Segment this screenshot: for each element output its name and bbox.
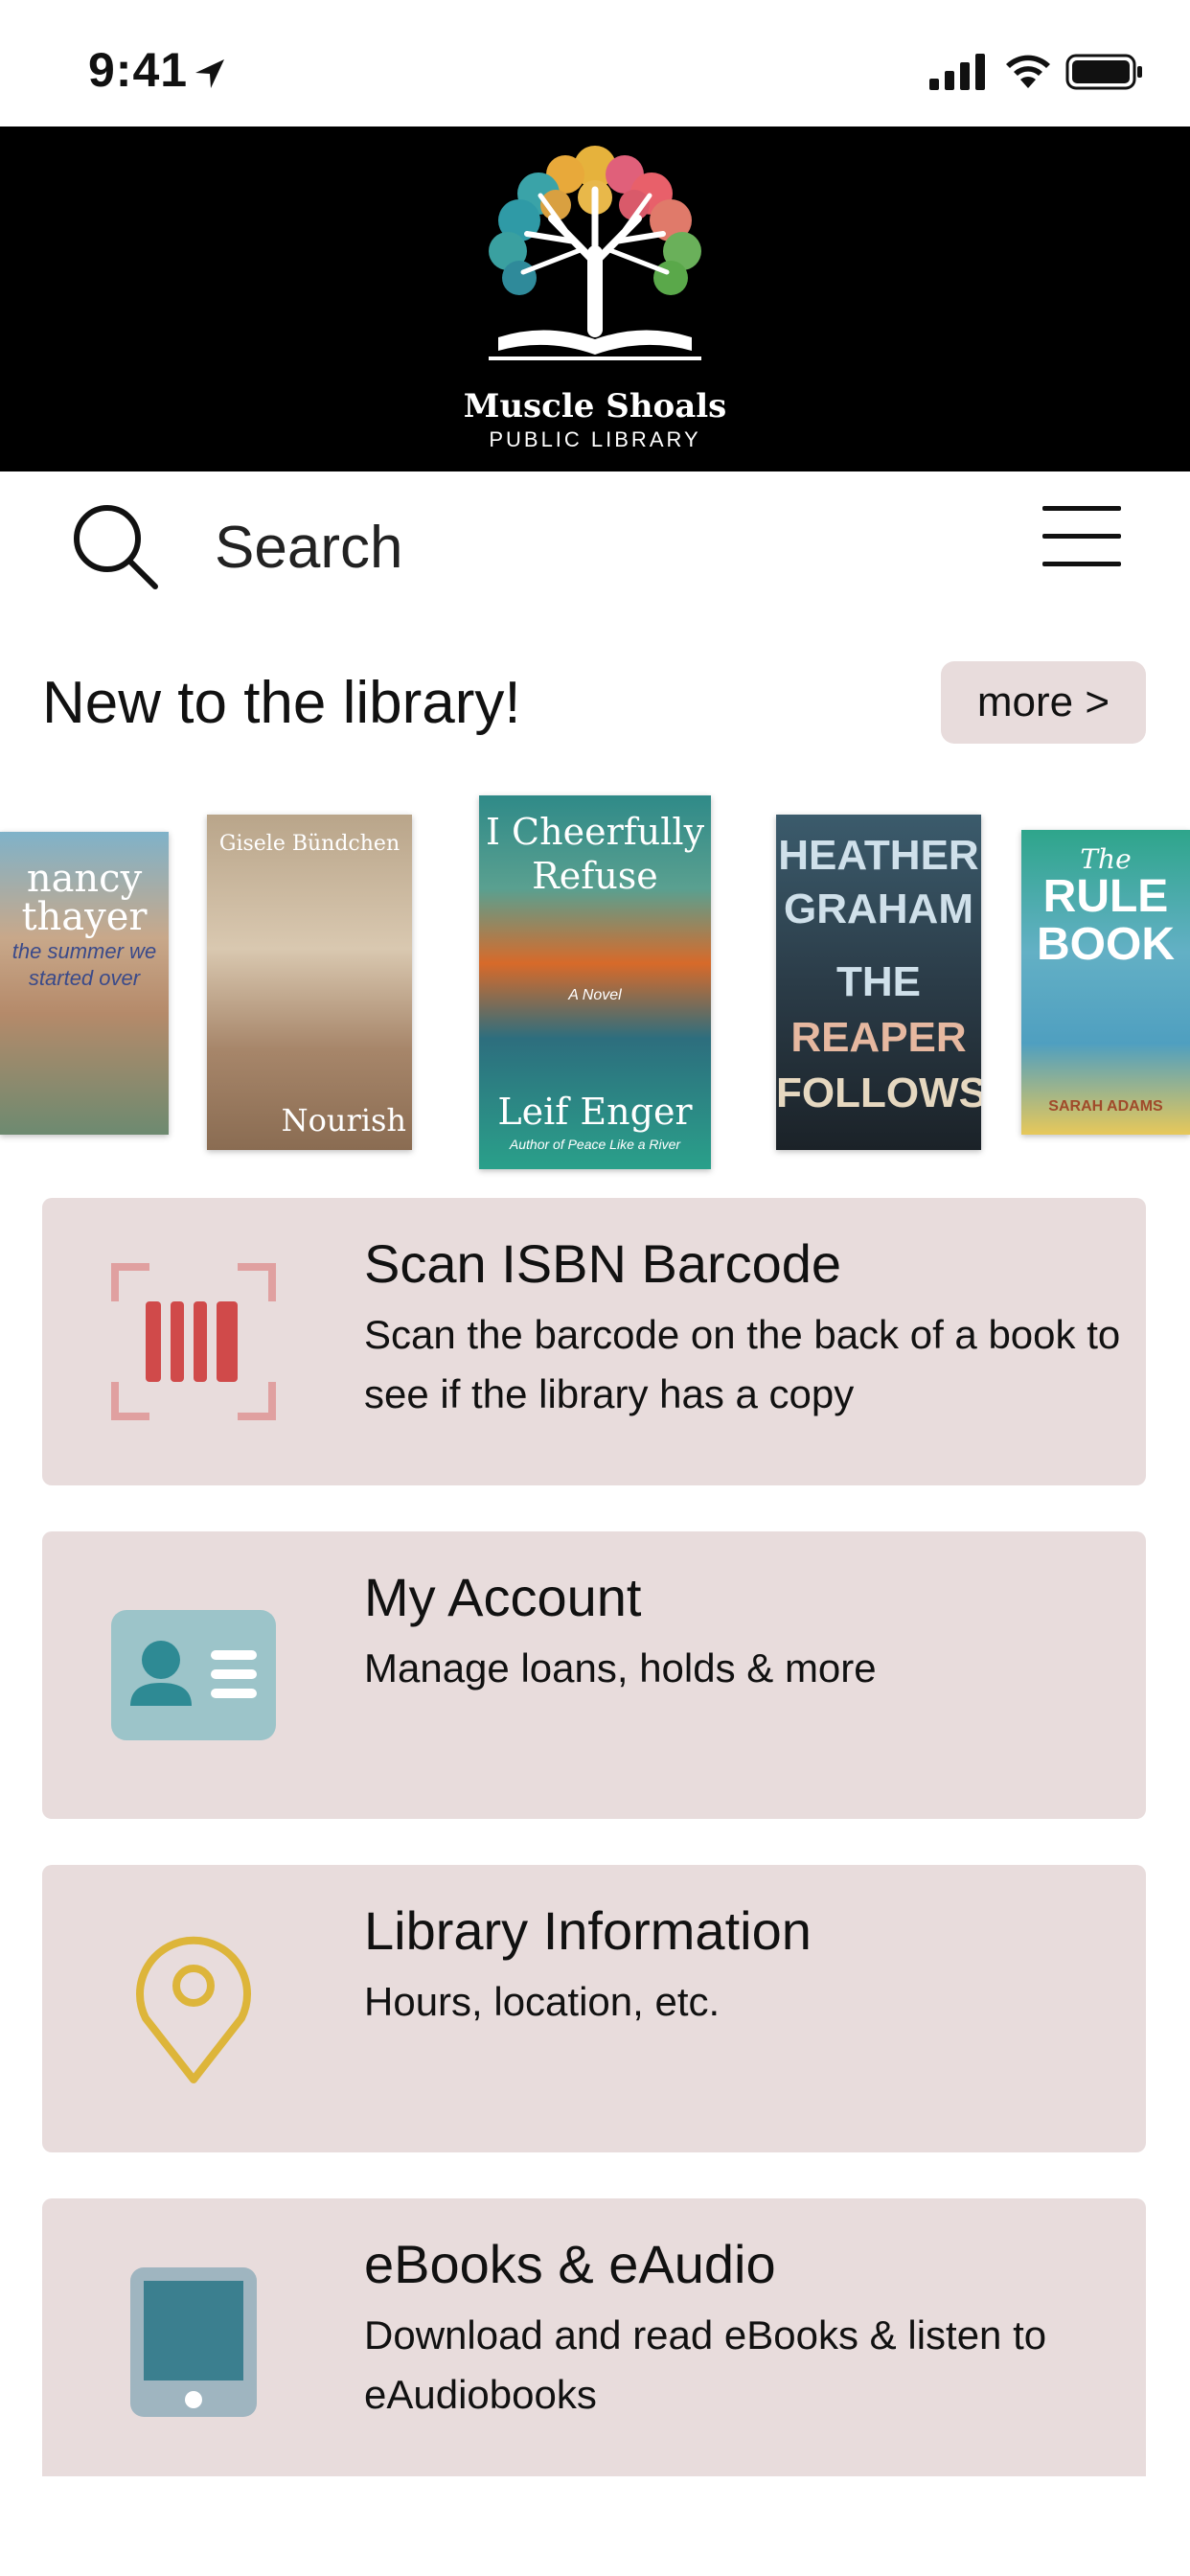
book-cover-text: REAPER [790,1014,967,1061]
id-card-icon [111,1610,276,1740]
new-section-title: New to the library! [42,670,521,736]
card-description: Scan the barcode on the back of a book t… [364,1312,1121,1416]
map-pin-icon [136,1936,251,2083]
wifi-icon [1006,55,1050,88]
book-cover-text: thayer [21,895,148,939]
book-cover[interactable]: The RULE BOOK SARAH ADAMS [1021,830,1190,1135]
book-cover-text: HEATHER [778,832,979,879]
book-cover-text: RULE [1042,871,1169,922]
logo-subtitle: PUBLIC LIBRARY [489,427,701,451]
book-cover-text: the summer we [11,939,157,963]
book-cover[interactable]: Gisele Bündchen Nourish [207,815,412,1150]
battery-icon [1065,54,1142,90]
card-title: My Account [364,1567,642,1627]
book-cover-text: FOLLOWS [776,1070,981,1116]
cellular-signal-icon [929,54,985,90]
status-bar: 9:41 [0,0,1190,126]
ebooks-card[interactable]: eBooks & eAudio Download and read eBooks… [42,2198,1146,2476]
location-arrow-icon [195,59,224,88]
library-logo [489,146,701,360]
search-icon[interactable] [69,500,161,592]
scan-isbn-card[interactable]: Scan ISBN Barcode Scan the barcode on th… [42,1198,1146,1485]
more-button[interactable]: more > [941,661,1146,744]
logo-name: Muscle Shoals [463,387,727,426]
card-description: Download and read eBooks & listen to eAu… [364,2312,1047,2417]
my-account-card[interactable]: My Account Manage loans, holds & more [42,1531,1146,1819]
book-cover-text: I Cheerfully [485,811,705,853]
status-time: 9:41 [88,43,189,97]
card-title: Library Information [364,1900,812,1961]
book-cover-text: A Novel [568,987,622,1003]
book-cover-text: GRAHAM [784,886,973,932]
card-description: Manage loans, holds & more [364,1645,877,1690]
tablet-icon [130,2267,257,2417]
book-cover-text: Leif Enger [497,1091,693,1133]
search-input[interactable]: Search [215,514,402,582]
book-cover-text: Gisele Bündchen [218,832,400,856]
book-cover[interactable]: nancy thayer the summer we started over [0,832,169,1135]
card-title: eBooks & eAudio [364,2234,776,2294]
book-cover-text: Author of Peace Like a River [509,1137,681,1152]
barcode-icon [111,1263,276,1420]
book-cover[interactable]: HEATHER GRAHAM THE REAPER FOLLOWS [776,815,981,1150]
book-cover[interactable]: I Cheerfully Refuse A Novel Leif Enger A… [479,795,711,1169]
book-cover-text: Refuse [532,855,658,897]
book-cover-text: started over [28,966,141,990]
library-info-card[interactable]: Library Information Hours, location, etc… [42,1865,1146,2152]
book-cover-text: Nourish [281,1102,406,1138]
book-cover-text: BOOK [1037,919,1175,970]
hamburger-menu-icon[interactable] [1042,506,1121,567]
search-bar[interactable]: Search [0,472,1190,615]
book-cover-text: THE [836,958,921,1005]
card-description: Hours, location, etc. [364,1979,721,2024]
book-cover-text: SARAH ADAMS [1048,1098,1163,1115]
card-title: Scan ISBN Barcode [364,1233,842,1294]
